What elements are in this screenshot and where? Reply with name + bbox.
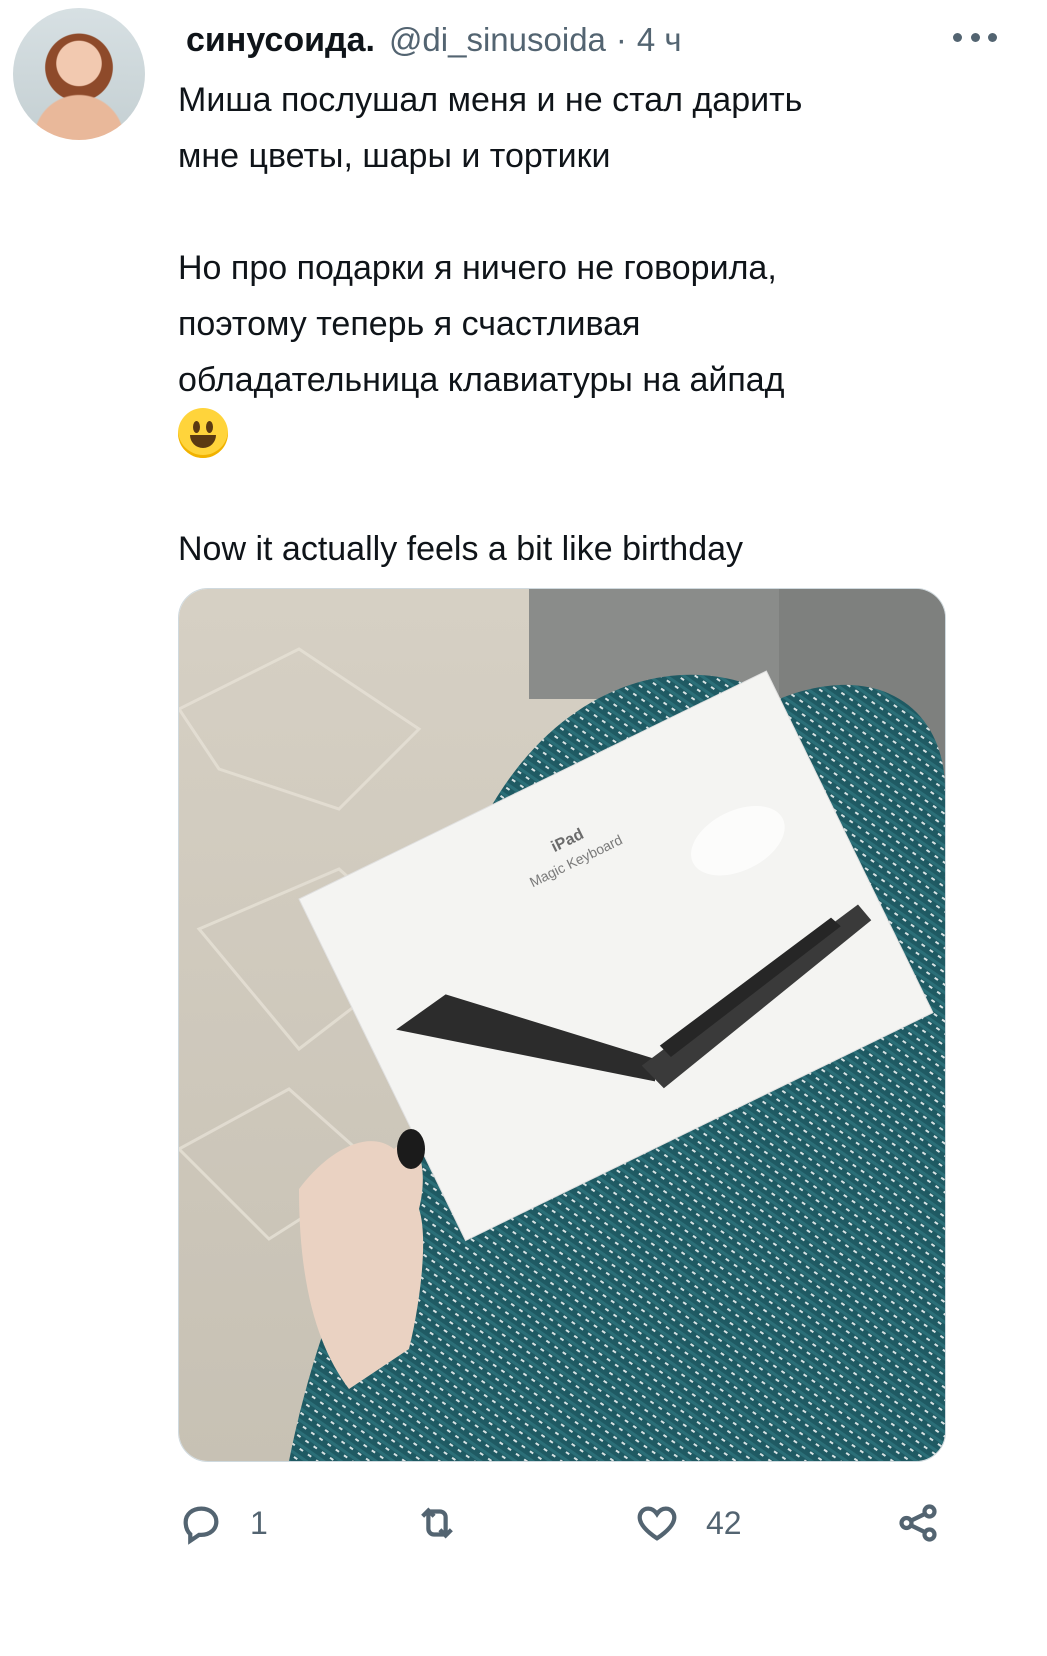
- reply-icon: [183, 1506, 219, 1545]
- repost-icon: [421, 1507, 453, 1539]
- like-count: 42: [706, 1504, 742, 1541]
- share-button[interactable]: [895, 1490, 941, 1556]
- post-text-part2: Now it actually feels a bit like birthda…: [178, 530, 744, 568]
- post-text-part1: Миша послушал меня и не стал дарить мне …: [178, 81, 803, 399]
- author-handle[interactable]: @di_sinusoida: [389, 21, 606, 59]
- action-bar: 1 42: [0, 1490, 1047, 1560]
- repost-button[interactable]: [414, 1490, 460, 1556]
- post-text: Миша послушал меня и не стал дарить мне …: [178, 72, 938, 577]
- share-icon: [899, 1504, 937, 1542]
- avatar[interactable]: [13, 8, 145, 140]
- reply-count: 1: [250, 1504, 268, 1541]
- author-name[interactable]: синусоида.: [186, 21, 375, 60]
- post-header: синусоида. @di_sinusoida · 4 ч: [186, 18, 682, 62]
- separator-dot: ·: [615, 21, 627, 58]
- reply-button[interactable]: 1: [178, 1490, 268, 1556]
- grinning-face-emoji: [178, 408, 228, 458]
- more-options-icon[interactable]: [953, 22, 997, 52]
- post-time[interactable]: 4 ч: [637, 21, 682, 59]
- post-image[interactable]: iPad Magic Keyboard: [178, 588, 946, 1462]
- photo-ipad-magic-keyboard-box: iPad Magic Keyboard: [179, 589, 945, 1461]
- heart-icon: [637, 1506, 677, 1541]
- like-button[interactable]: 42: [634, 1490, 742, 1556]
